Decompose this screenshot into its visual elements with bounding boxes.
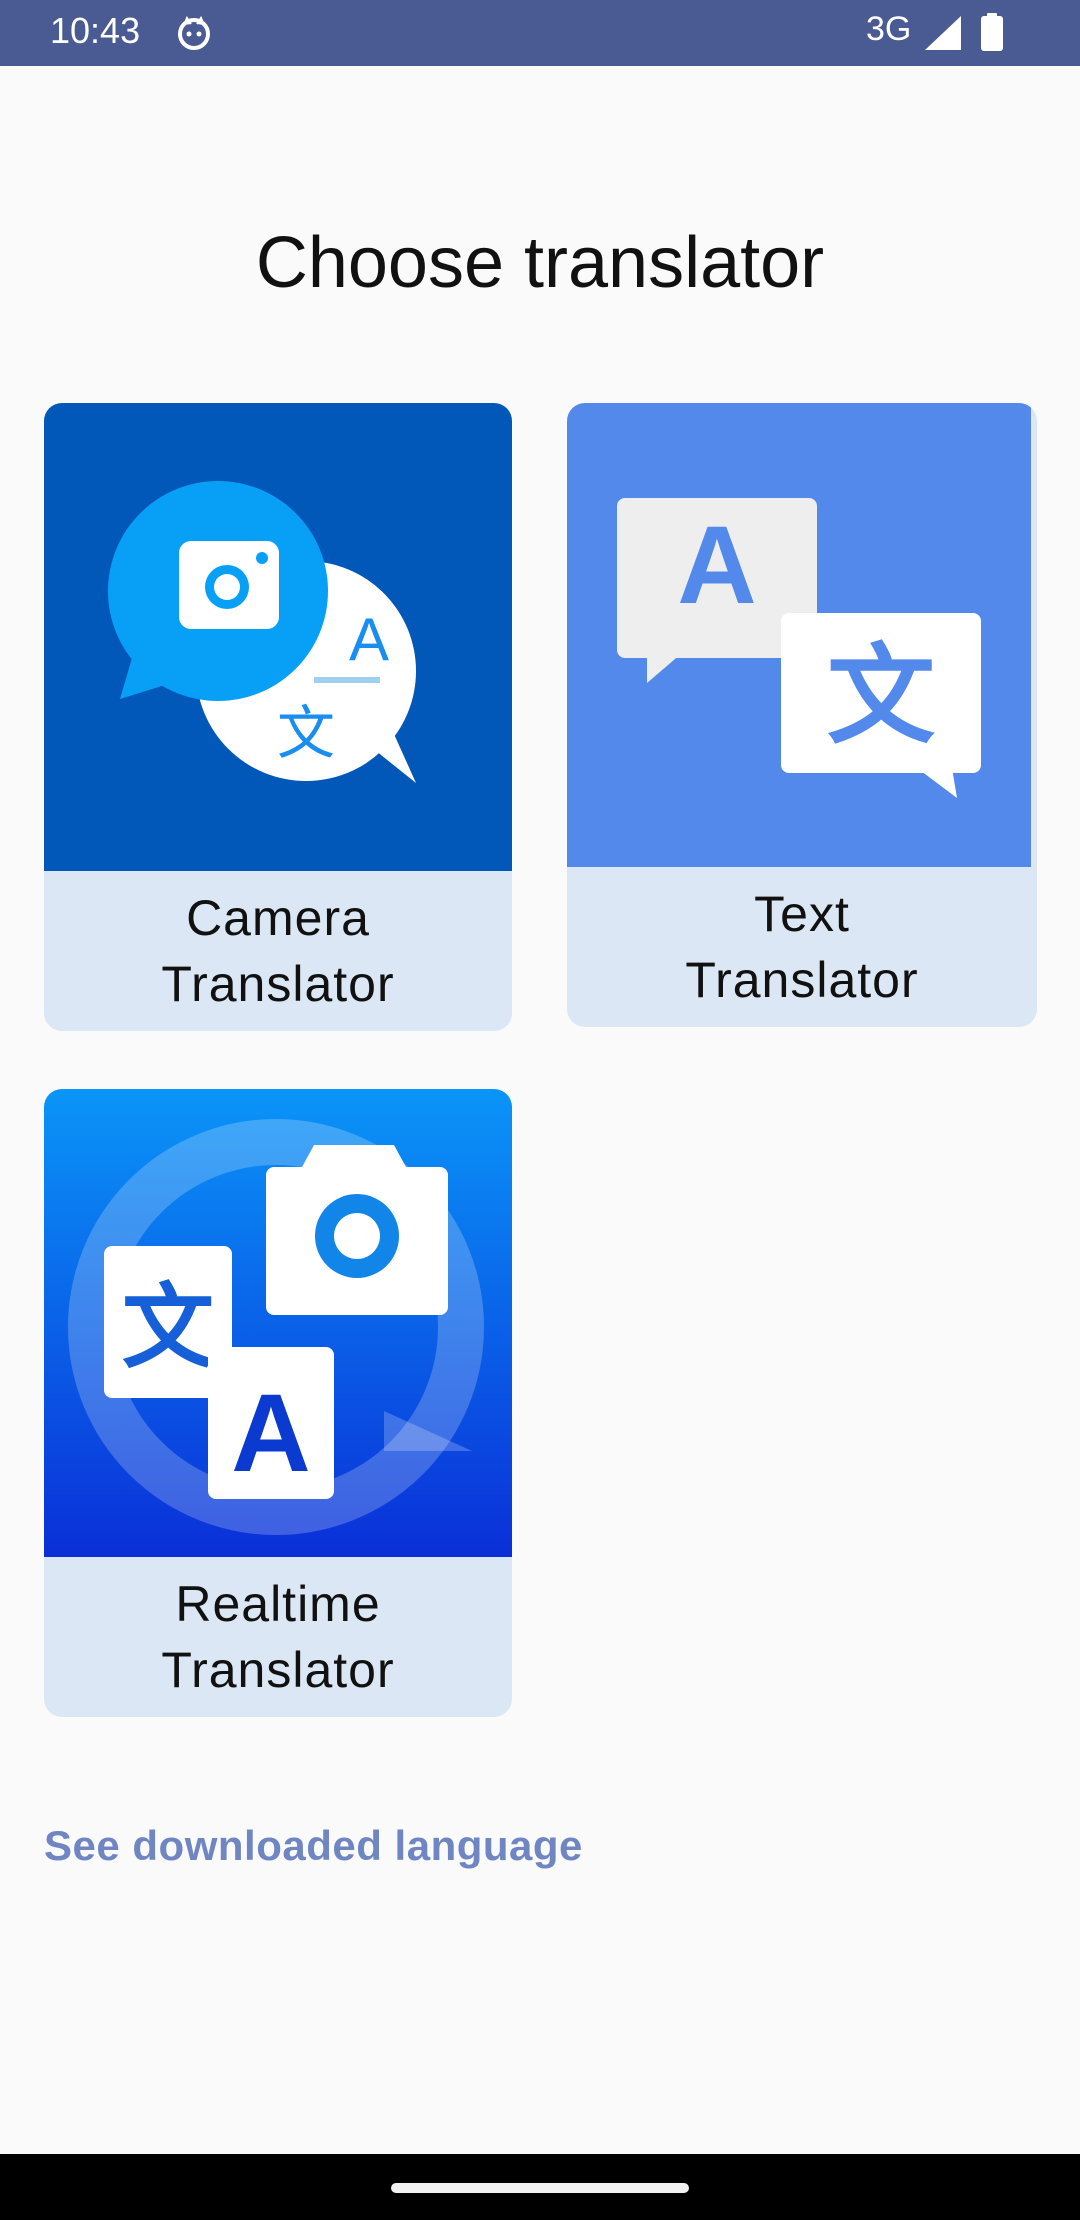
- status-time: 10:43: [50, 10, 141, 51]
- card-label-line2: Translator: [161, 1642, 395, 1698]
- card-label: Text Translator: [567, 867, 1037, 1027]
- svg-text:文: 文: [277, 699, 335, 767]
- camera-translate-bubbles-icon: A 文: [44, 403, 512, 871]
- card-label: Camera Translator: [44, 871, 512, 1031]
- card-label-line1: Realtime: [175, 1576, 381, 1632]
- card-label-line2: Translator: [161, 956, 395, 1012]
- svg-text:A: A: [349, 606, 389, 673]
- see-downloaded-language-link[interactable]: See downloaded language: [44, 1822, 583, 1870]
- realtime-camera-translate-icon: 文 A: [44, 1089, 512, 1557]
- svg-text:A: A: [677, 504, 756, 627]
- battery-icon: [981, 13, 1003, 51]
- home-handle[interactable]: [391, 2183, 689, 2193]
- status-bar: 10:43 3G: [0, 0, 1080, 66]
- camera-translator-card[interactable]: A 文 Camera Translator: [44, 403, 512, 1031]
- text-translator-card[interactable]: A 文 Text Translator: [567, 403, 1037, 1027]
- signal-icon: [925, 16, 961, 50]
- text-translate-bubbles-icon: A 文: [567, 403, 1031, 867]
- network-type: 3G: [866, 10, 912, 48]
- page-title: Choose translator: [255, 223, 825, 303]
- card-label-line2: Translator: [685, 952, 919, 1008]
- card-label: Realtime Translator: [44, 1557, 512, 1717]
- svg-text:A: A: [231, 1372, 310, 1495]
- realtime-translator-card[interactable]: 文 A Realtime Translator: [44, 1089, 512, 1717]
- card-label-line1: Text: [754, 886, 850, 942]
- svg-text:文: 文: [122, 1274, 214, 1381]
- svg-text:文: 文: [827, 634, 935, 759]
- cat-face-icon: [178, 15, 210, 50]
- card-label-line1: Camera: [186, 890, 370, 946]
